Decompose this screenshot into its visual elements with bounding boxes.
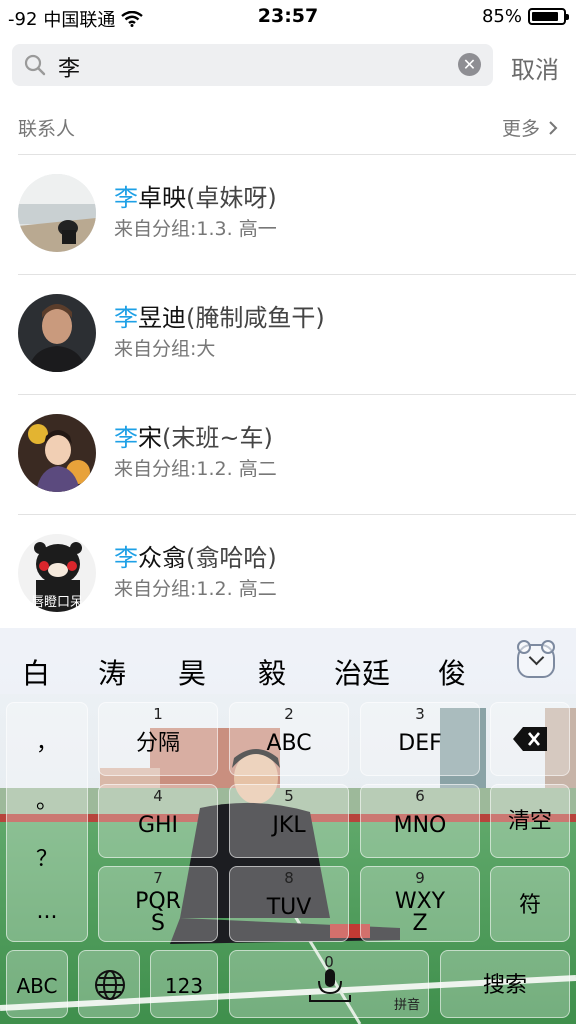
backspace-icon	[513, 727, 547, 751]
more-label: 更多	[501, 118, 540, 140]
contact-row[interactable]: 李宋(末班~车) 来自分组:1.2. 高二	[0, 396, 576, 514]
clear-button[interactable]: 清空	[490, 784, 570, 858]
contact-name: 李宋(末班~车)	[114, 418, 273, 453]
key-6[interactable]: 6 MNO	[360, 784, 480, 858]
key-4[interactable]: 4 GHI	[98, 784, 218, 858]
delete-button[interactable]	[490, 702, 570, 776]
punct-key[interactable]: ...	[7, 899, 87, 924]
microphone-icon	[309, 969, 351, 1002]
search-screen: -92 中国联通 23:57 85% 李 ✕ 取消 联系人 更多 李卓映(卓妹呀…	[0, 0, 576, 1024]
contact-row[interactable]: 李卓映(卓妹呀) 来自分组:1.3. 高一	[0, 156, 576, 274]
name-highlight: 李	[114, 304, 138, 332]
search-icon	[24, 54, 46, 76]
key-2[interactable]: 2 ABC	[229, 702, 349, 776]
nickname: (腌制咸鱼干)	[186, 304, 325, 332]
candidate-word[interactable]: 毅	[258, 652, 286, 692]
search-bar: 李 ✕ 取消	[12, 44, 566, 86]
keyboard: 白 涛 昊 毅 治廷 俊 ， 。 ？ ... 1分隔 2ABC 3DEF	[0, 628, 576, 1024]
search-input[interactable]: 李 ✕	[12, 44, 493, 86]
space-label: 拼音	[393, 998, 420, 1013]
avatar	[18, 174, 96, 252]
name-highlight: 李	[114, 424, 138, 452]
more-button[interactable]: 更多	[502, 114, 558, 141]
avatar-caption: 唇瞪口呆	[31, 595, 83, 610]
contact-group: 来自分组:大	[114, 338, 216, 360]
avatar	[18, 294, 96, 372]
clear-icon[interactable]: ✕	[458, 53, 481, 76]
key-5[interactable]: 5 JKL	[229, 784, 349, 858]
number-button[interactable]: 123	[150, 950, 218, 1018]
battery-icon	[528, 8, 569, 25]
collapse-keyboard-button[interactable]	[517, 640, 555, 678]
globe-icon	[95, 970, 125, 1000]
key-9[interactable]: 9 WXY Z	[360, 866, 480, 942]
contact-group: 来自分组:1.3. 高一	[114, 218, 277, 240]
key-8[interactable]: 8 TUV	[229, 866, 349, 942]
search-key[interactable]: 搜索	[440, 950, 570, 1018]
candidate-bar	[0, 628, 576, 694]
key-7[interactable]: 7 PQR S	[98, 866, 218, 942]
chevron-down-icon	[528, 649, 545, 666]
battery-percent: 85%	[481, 6, 522, 27]
name-highlight: 李	[114, 184, 138, 212]
candidate-word[interactable]: 治廷	[334, 652, 390, 692]
name-rest: 宋	[138, 424, 162, 452]
status-bar: -92 中国联通 23:57 85%	[0, 0, 576, 34]
language-button[interactable]	[78, 950, 140, 1018]
candidate-word[interactable]: 俊	[438, 652, 466, 692]
contact-name: 李卓映(卓妹呀)	[114, 178, 277, 213]
punct-key[interactable]: 。	[7, 783, 87, 815]
contact-row[interactable]: 李昱迪(腌制咸鱼干) 来自分组:大	[0, 276, 576, 394]
contact-group: 来自分组:1.2. 高二	[114, 578, 277, 600]
contact-row[interactable]: 唇瞪口呆 李众翕(翕哈哈) 来自分组:1.2. 高二	[0, 516, 576, 634]
space-button[interactable]: 0 拼音	[229, 950, 429, 1018]
punct-key[interactable]: ？	[7, 841, 87, 873]
search-query: 李	[58, 57, 81, 82]
punct-key[interactable]: ，	[7, 725, 87, 757]
contacts-section-header: 联系人 更多	[18, 114, 558, 142]
key-1[interactable]: 1 分隔	[98, 702, 218, 776]
avatar: 唇瞪口呆	[18, 534, 96, 612]
candidate-word[interactable]: 昊	[178, 652, 206, 692]
candidate-word[interactable]: 涛	[98, 652, 126, 692]
cancel-button[interactable]: 取消	[511, 50, 559, 85]
abc-button[interactable]: ABC	[6, 950, 68, 1018]
candidate-word[interactable]: 白	[22, 652, 50, 692]
punctuation-column[interactable]: ， 。 ？ ...	[6, 702, 88, 942]
section-title: 联系人	[18, 118, 76, 140]
divider	[18, 154, 576, 155]
divider	[18, 514, 576, 515]
name-rest: 众翕	[138, 544, 186, 572]
divider	[18, 394, 576, 395]
avatar	[18, 414, 96, 492]
chevron-right-icon	[549, 120, 558, 135]
name-rest: 昱迪	[138, 304, 186, 332]
contact-name: 李众翕(翕哈哈)	[114, 538, 277, 573]
contact-group: 来自分组:1.2. 高二	[114, 458, 277, 480]
nickname: (末班~车)	[162, 424, 273, 452]
divider	[18, 274, 576, 275]
key-3[interactable]: 3 DEF	[360, 702, 480, 776]
contact-name: 李昱迪(腌制咸鱼干)	[114, 298, 325, 333]
symbol-button[interactable]: 符	[490, 866, 570, 942]
nickname: (翕哈哈)	[186, 544, 277, 572]
name-rest: 卓映	[138, 184, 186, 212]
name-highlight: 李	[114, 544, 138, 572]
nickname: (卓妹呀)	[186, 184, 277, 212]
